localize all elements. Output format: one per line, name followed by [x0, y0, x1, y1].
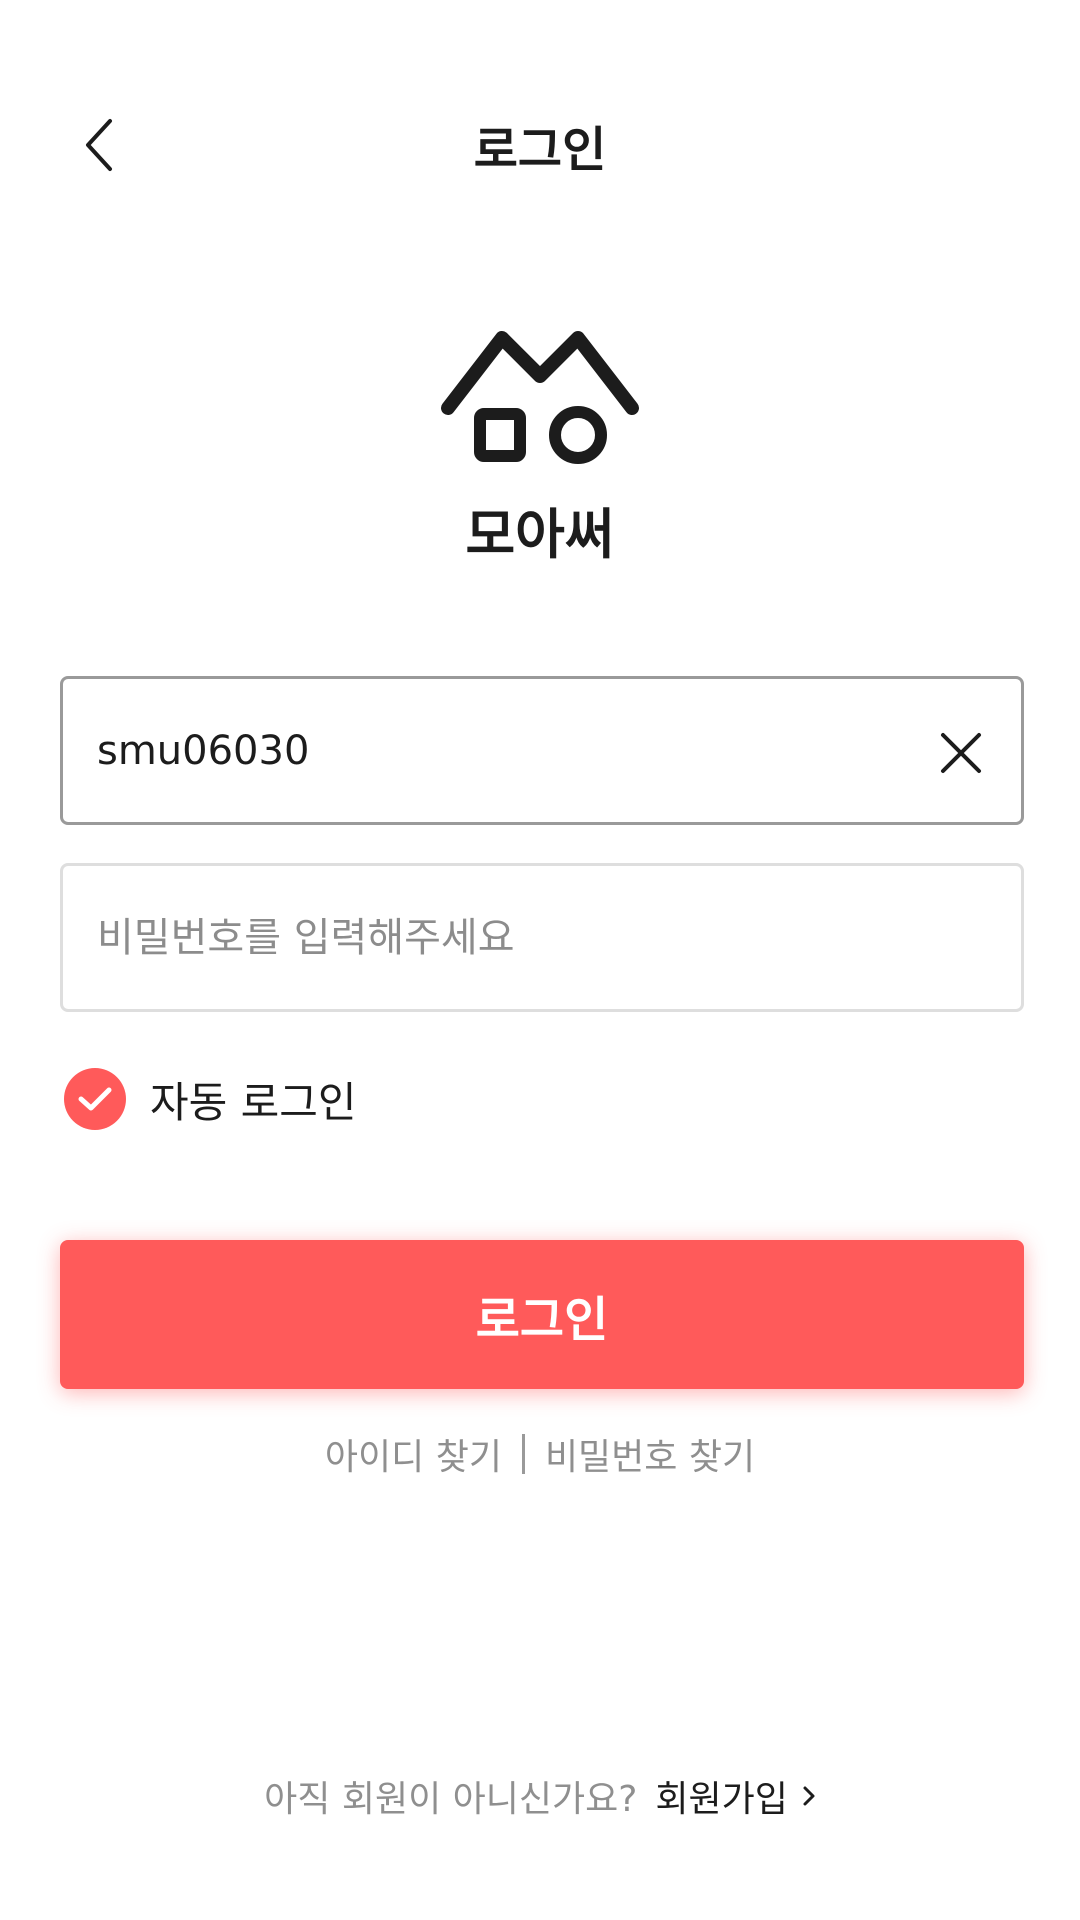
- signup-link[interactable]: 회원가입: [655, 1770, 815, 1822]
- login-button-label: 로그인: [475, 1291, 609, 1348]
- id-field: [60, 676, 1024, 825]
- clear-button[interactable]: [921, 713, 1001, 793]
- app-name: 모아써: [465, 503, 615, 566]
- id-input[interactable]: [97, 679, 917, 822]
- divider: [521, 1434, 525, 1474]
- signup-link-label: 회원가입: [655, 1779, 788, 1820]
- login-button[interactable]: 로그인: [60, 1240, 1024, 1389]
- password-field: [60, 863, 1024, 1012]
- find-links: 아이디 찾기 비밀번호 찾기: [0, 1428, 1080, 1480]
- header: 로그인: [0, 0, 1080, 300]
- house-logo-icon: [441, 331, 639, 464]
- find-id-link[interactable]: 아이디 찾기: [325, 1428, 502, 1480]
- close-icon: [941, 733, 981, 773]
- checkmark-icon: [78, 1087, 112, 1111]
- signup-row: 아직 회원이 아니신가요? 회원가입: [0, 1770, 1080, 1822]
- auto-login-checkbox[interactable]: 자동 로그인: [64, 1064, 357, 1134]
- page-title: 로그인: [473, 122, 607, 178]
- signup-question: 아직 회원이 아니신가요?: [264, 1779, 638, 1820]
- check-circle: [64, 1068, 126, 1130]
- password-input[interactable]: [97, 866, 917, 1009]
- find-password-link[interactable]: 비밀번호 찾기: [545, 1428, 755, 1480]
- auto-login-label: 자동 로그인: [150, 1077, 357, 1127]
- chevron-right-icon: [802, 1784, 816, 1808]
